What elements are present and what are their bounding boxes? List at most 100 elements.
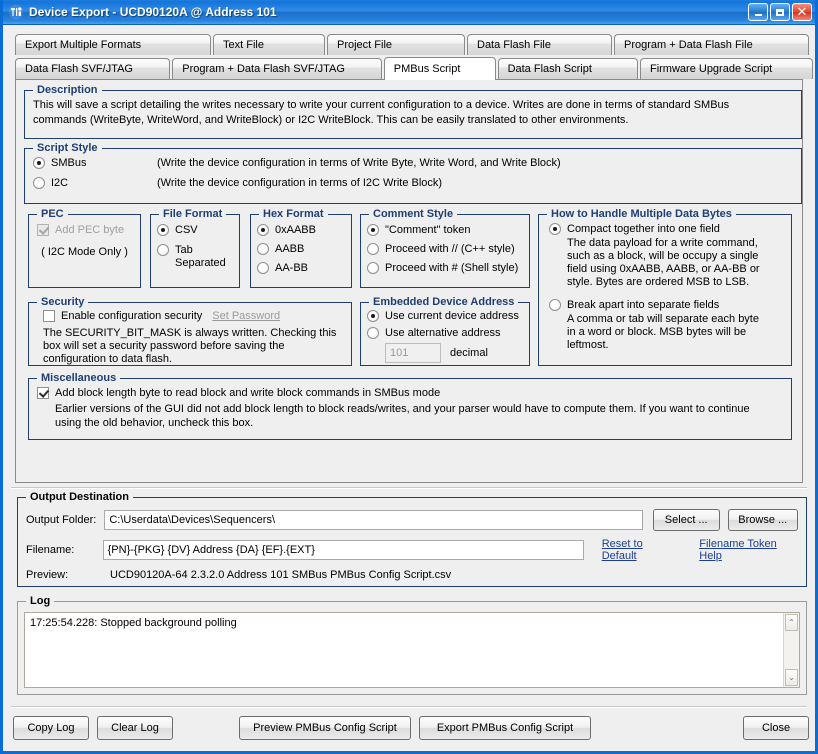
tab-data-flash-svf-jtag[interactable]: Data Flash SVF/JTAG (15, 58, 170, 79)
maximize-button[interactable] (770, 3, 790, 21)
hex-format-option-aa-bb[interactable]: AA-BB (257, 262, 343, 274)
pec-note: ( I2C Mode Only ) (37, 246, 132, 258)
detail-line: leftmost. (567, 339, 783, 352)
tab-firmware-upgrade-script[interactable]: Firmware Upgrade Script (640, 58, 813, 79)
security-group: Security Enable configuration security S… (28, 302, 352, 366)
maximize-icon (776, 9, 784, 16)
filename-token-help-link[interactable]: Filename Token Help (699, 538, 798, 562)
script-style-option-smbus[interactable]: SMBus (Write the device configuration in… (33, 157, 793, 169)
scroll-up-button[interactable]: ⌃ (785, 614, 798, 631)
address-option-current[interactable]: Use current device address (367, 310, 521, 322)
script-style-smbus-label: SMBus (51, 157, 151, 169)
tab-export-multiple-formats[interactable]: Export Multiple Formats (15, 34, 211, 55)
log-group: Log 17:25:54.228: Stopped background pol… (17, 601, 807, 695)
log-content: 17:25:54.228: Stopped background polling (25, 613, 783, 687)
radio-hex-aabb-icon[interactable] (257, 243, 269, 255)
tab-label: PMBus Script (394, 63, 461, 75)
chevron-up-icon: ⌃ (788, 618, 795, 627)
script-style-option-i2c[interactable]: I2C (Write the device configuration in t… (33, 177, 793, 189)
minimize-icon (755, 14, 762, 16)
close-button[interactable]: ✕ (792, 3, 812, 21)
pec-add-byte-row: Add PEC byte (37, 224, 132, 236)
radio-compact-icon[interactable] (549, 223, 561, 235)
tab-label: Data Flash File (477, 39, 551, 51)
footer-bar: Copy Log Clear Log Preview PMBus Config … (3, 716, 815, 748)
security-group-title: Security (37, 296, 88, 308)
tab-label: Program + Data Flash File (624, 39, 753, 51)
misc-block-length-row[interactable]: Add block length byte to read block and … (37, 387, 783, 399)
hex-format-option-0xaabb[interactable]: 0xAABB (257, 224, 343, 236)
clear-log-button[interactable]: Clear Log (97, 716, 173, 740)
address-alternative-label: Use alternative address (385, 327, 501, 339)
radio-comment-token-icon[interactable] (367, 224, 379, 236)
radio-i2c-icon[interactable] (33, 177, 45, 189)
output-folder-row: Output Folder: C:\Userdata\Devices\Seque… (26, 509, 798, 531)
comment-style-option-cpp[interactable]: Proceed with // (C++ style) (367, 243, 521, 255)
radio-use-current-address-icon[interactable] (367, 310, 379, 322)
ti-logo-icon (8, 4, 24, 20)
address-option-alternative[interactable]: Use alternative address (367, 327, 521, 339)
export-pmbus-config-script-button[interactable]: Export PMBus Config Script (419, 716, 591, 740)
set-password-link: Set Password (212, 310, 280, 322)
detail-line: style. Bytes are ordered MSB to LSB. (567, 276, 783, 289)
comment-style-option-token[interactable]: "Comment" token (367, 224, 521, 236)
scroll-down-button[interactable]: ⌄ (785, 669, 798, 686)
file-format-csv-label: CSV (175, 224, 198, 236)
radio-comment-shell-icon[interactable] (367, 262, 379, 274)
radio-hex-0xaabb-icon[interactable] (257, 224, 269, 236)
radio-tab-separated-icon[interactable] (157, 244, 169, 256)
radio-use-alternative-address-icon[interactable] (367, 327, 379, 339)
tab-text-file[interactable]: Text File (213, 34, 325, 55)
comment-style-group-title: Comment Style (369, 208, 457, 220)
close-dialog-button[interactable]: Close (743, 716, 809, 740)
radio-comment-cpp-icon[interactable] (367, 243, 379, 255)
radio-hex-aa-bb-icon[interactable] (257, 262, 269, 274)
title-bar: Device Export - UCD90120A @ Address 101 … (3, 0, 815, 25)
comment-style-option-shell[interactable]: Proceed with # (Shell style) (367, 262, 521, 274)
radio-csv-icon[interactable] (157, 224, 169, 236)
hex-format-aa-bb-label: AA-BB (275, 262, 308, 274)
detail-line: The data payload for a write command, (567, 237, 783, 250)
tab-pmbus-script[interactable]: PMBus Script (384, 57, 496, 80)
tab-project-file[interactable]: Project File (327, 34, 465, 55)
script-style-i2c-description: (Write the device configuration in terms… (157, 177, 442, 189)
output-folder-input[interactable]: C:\Userdata\Devices\Sequencers\ (104, 510, 643, 530)
security-note: The SECURITY_BIT_MASK is always written.… (43, 327, 343, 366)
multiple-data-bytes-option-compact[interactable]: Compact together into one field (549, 223, 783, 235)
select-button[interactable]: Select ... (653, 509, 720, 531)
detail-line: such as a block, will be occupy a single (567, 250, 783, 263)
hex-format-aabb-label: AABB (275, 243, 304, 255)
tab-program-data-flash-file[interactable]: Program + Data Flash File (614, 34, 809, 55)
file-format-option-csv[interactable]: CSV (157, 224, 231, 236)
misc-note-line: Earlier versions of the GUI did not add … (55, 402, 783, 416)
comment-style-cpp-label: Proceed with // (C++ style) (385, 243, 515, 255)
radio-break-apart-icon[interactable] (549, 299, 561, 311)
reset-to-default-link[interactable]: Reset to Default (602, 538, 678, 562)
tab-data-flash-file[interactable]: Data Flash File (467, 34, 612, 55)
tab-data-flash-script[interactable]: Data Flash Script (498, 58, 638, 79)
miscellaneous-group: Miscellaneous Add block length byte to r… (28, 378, 792, 440)
log-textarea[interactable]: 17:25:54.228: Stopped background polling… (24, 612, 800, 688)
tab-label: Project File (337, 39, 392, 51)
checkbox-enable-security-icon[interactable] (43, 310, 55, 322)
radio-smbus-icon[interactable] (33, 157, 45, 169)
preview-label: Preview: (26, 569, 106, 581)
description-group: Description This will save a script deta… (24, 90, 802, 139)
log-scrollbar[interactable]: ⌃ ⌄ (783, 613, 799, 687)
tab-program-data-flash-svf-jtag[interactable]: Program + Data Flash SVF/JTAG (172, 58, 382, 79)
file-format-option-tab-separated[interactable]: Tab Separated (157, 244, 231, 270)
alternative-address-input[interactable]: 101 (385, 343, 441, 363)
script-style-group-title: Script Style (33, 142, 102, 154)
security-enable-row[interactable]: Enable configuration security Set Passwo… (43, 310, 343, 322)
script-style-i2c-label: I2C (51, 177, 151, 189)
minimize-button[interactable] (748, 3, 768, 21)
preview-pmbus-config-script-button[interactable]: Preview PMBus Config Script (239, 716, 411, 740)
multiple-data-bytes-option-break-apart[interactable]: Break apart into separate fields (549, 299, 783, 311)
hex-format-option-aabb[interactable]: AABB (257, 243, 343, 255)
browse-button[interactable]: Browse ... (728, 509, 799, 531)
filename-input[interactable]: {PN}-{PKG} {DV} Address {DA} {EF}.{EXT} (103, 540, 584, 560)
script-style-group: Script Style SMBus (Write the device con… (24, 148, 802, 204)
checkbox-add-block-length-icon[interactable] (37, 387, 49, 399)
copy-log-button[interactable]: Copy Log (13, 716, 89, 740)
multiple-data-bytes-group: How to Handle Multiple Data Bytes Compac… (538, 214, 792, 366)
